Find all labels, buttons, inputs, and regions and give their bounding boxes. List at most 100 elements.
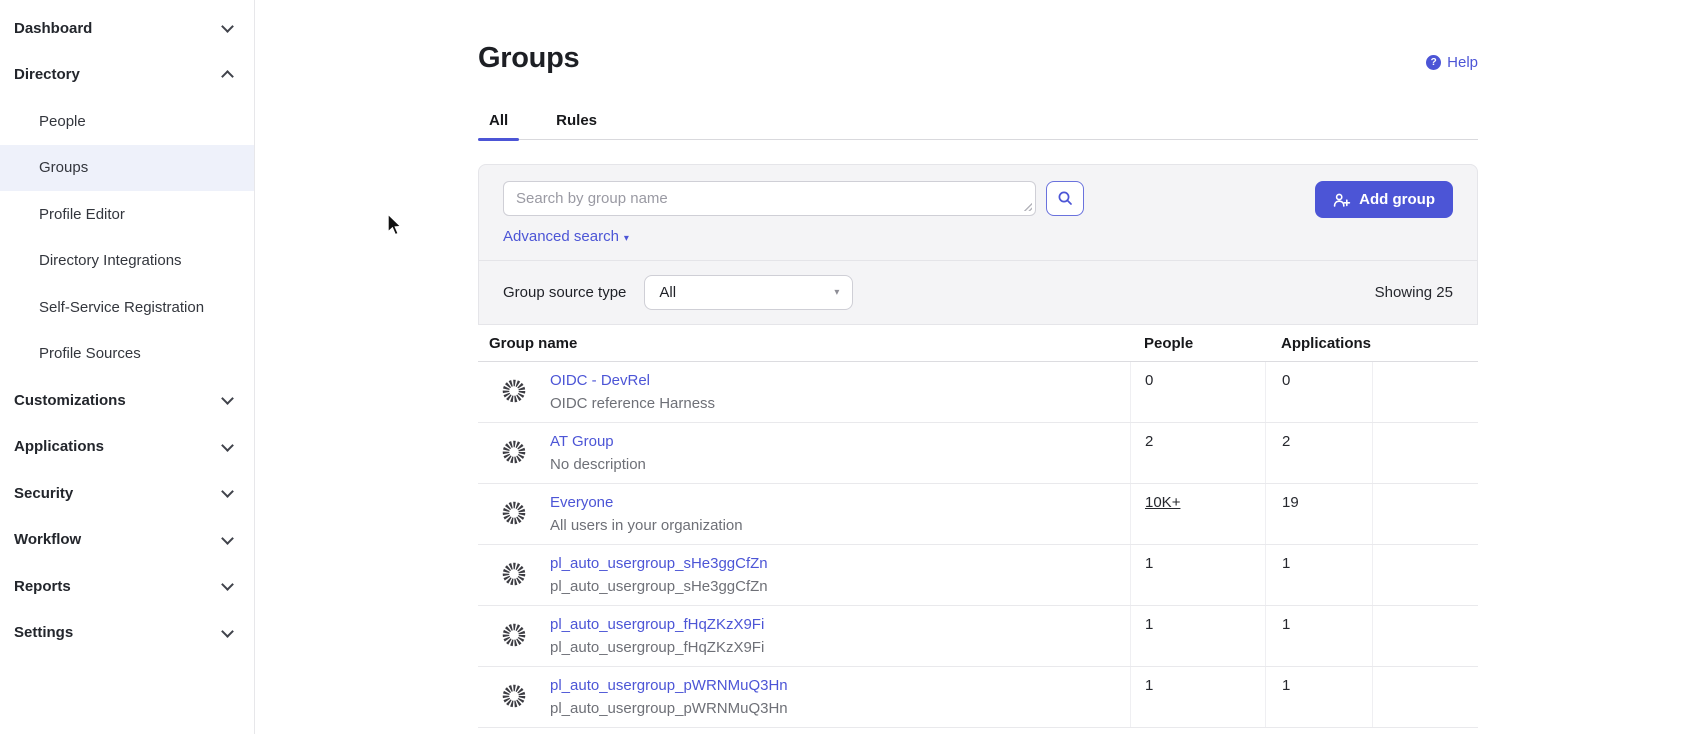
caret-down-icon: ▾ bbox=[834, 287, 839, 298]
sidebar-item-label: Security bbox=[14, 485, 73, 502]
help-icon: ? bbox=[1426, 55, 1441, 70]
sidebar-item-label: Directory bbox=[14, 66, 80, 83]
sidebar-item-reports[interactable]: Reports bbox=[0, 563, 254, 610]
help-link[interactable]: ? Help bbox=[1426, 54, 1478, 71]
tab-all[interactable]: All bbox=[478, 112, 519, 139]
column-header-applications: Applications bbox=[1265, 335, 1372, 352]
table-row: Everyone All users in your organization … bbox=[478, 484, 1478, 545]
group-description: pl_auto_usergroup_pWRNMuQ3Hn bbox=[550, 700, 788, 717]
group-source-type-label: Group source type bbox=[503, 284, 626, 301]
people-count-link[interactable]: 10K+ bbox=[1145, 494, 1180, 511]
applications-count: 1 bbox=[1282, 555, 1290, 572]
search-icon bbox=[1057, 190, 1074, 207]
search-button[interactable] bbox=[1046, 181, 1084, 216]
chevron-down-icon bbox=[221, 392, 234, 405]
column-header-people: People bbox=[1130, 335, 1265, 352]
group-name-link[interactable]: Everyone bbox=[550, 494, 613, 511]
group-icon bbox=[502, 562, 526, 586]
app-root: Dashboard Directory People Groups Profil… bbox=[0, 0, 1687, 734]
sidebar-item-security[interactable]: Security bbox=[0, 470, 254, 517]
sidebar-item-workflow[interactable]: Workflow bbox=[0, 517, 254, 564]
sidebar-item-label: Self-Service Registration bbox=[39, 299, 204, 316]
group-description: OIDC reference Harness bbox=[550, 395, 715, 412]
showing-count: Showing 25 bbox=[1375, 284, 1453, 301]
sidebar-item-label: Workflow bbox=[14, 531, 81, 548]
chevron-down-icon bbox=[221, 532, 234, 545]
help-label: Help bbox=[1447, 54, 1478, 71]
sidebar-item-label: Profile Editor bbox=[39, 206, 125, 223]
sidebar-item-self-service-registration[interactable]: Self-Service Registration bbox=[0, 284, 254, 331]
applications-count: 2 bbox=[1282, 433, 1290, 450]
group-description: pl_auto_usergroup_sHe3ggCfZn bbox=[550, 578, 768, 595]
sidebar: Dashboard Directory People Groups Profil… bbox=[0, 0, 255, 734]
sidebar-item-profile-editor[interactable]: Profile Editor bbox=[0, 191, 254, 238]
applications-count: 19 bbox=[1282, 494, 1299, 511]
sidebar-item-label: Dashboard bbox=[14, 20, 92, 37]
table-header: Group name People Applications bbox=[478, 325, 1478, 362]
group-icon bbox=[502, 623, 526, 647]
group-icon bbox=[502, 684, 526, 708]
group-name-link[interactable]: pl_auto_usergroup_pWRNMuQ3Hn bbox=[550, 677, 788, 694]
group-description: No description bbox=[550, 456, 646, 473]
table-row: OIDC - DevRel OIDC reference Harness 0 0 bbox=[478, 362, 1478, 423]
group-name-link[interactable]: OIDC - DevRel bbox=[550, 372, 650, 389]
add-group-button[interactable]: Add group bbox=[1315, 181, 1453, 218]
selected-option: All bbox=[659, 284, 676, 301]
advanced-search-link[interactable]: Advanced search▾ bbox=[503, 228, 629, 245]
table-row: pl_auto_usergroup_fHqZKzX9Fi pl_auto_use… bbox=[478, 606, 1478, 667]
group-icon bbox=[502, 379, 526, 403]
sidebar-item-groups[interactable]: Groups bbox=[0, 145, 254, 192]
table-row: pl_auto_usergroup_pWRNMuQ3Hn pl_auto_use… bbox=[478, 667, 1478, 728]
chevron-down-icon bbox=[221, 578, 234, 591]
search-filter-panel: Add group Advanced search▾ Group source … bbox=[478, 164, 1478, 325]
sidebar-item-label: Applications bbox=[14, 438, 104, 455]
people-count: 0 bbox=[1145, 372, 1153, 389]
group-icon bbox=[502, 440, 526, 464]
group-description: All users in your organization bbox=[550, 517, 743, 534]
add-group-icon bbox=[1333, 192, 1351, 208]
people-count: 1 bbox=[1145, 677, 1153, 694]
sidebar-item-settings[interactable]: Settings bbox=[0, 610, 254, 657]
chevron-down-icon bbox=[221, 20, 234, 33]
group-source-type-select[interactable]: All ▾ bbox=[644, 275, 853, 310]
table-row: AT Group No description 2 2 bbox=[478, 423, 1478, 484]
sidebar-item-profile-sources[interactable]: Profile Sources bbox=[0, 331, 254, 378]
sidebar-item-directory-integrations[interactable]: Directory Integrations bbox=[0, 238, 254, 285]
group-name-link[interactable]: AT Group bbox=[550, 433, 614, 450]
sidebar-item-label: Customizations bbox=[14, 392, 126, 409]
main-area: Groups ? Help All Rules bbox=[255, 0, 1687, 734]
chevron-down-icon bbox=[221, 439, 234, 452]
page-title: Groups bbox=[478, 42, 1478, 75]
add-group-label: Add group bbox=[1359, 191, 1435, 208]
caret-down-icon: ▾ bbox=[624, 233, 629, 244]
sidebar-item-label: People bbox=[39, 113, 86, 130]
sidebar-item-label: Groups bbox=[39, 159, 88, 176]
group-icon bbox=[502, 501, 526, 525]
chevron-down-icon bbox=[221, 485, 234, 498]
people-count: 2 bbox=[1145, 433, 1153, 450]
sidebar-item-dashboard[interactable]: Dashboard bbox=[0, 5, 254, 52]
sidebar-item-people[interactable]: People bbox=[0, 98, 254, 145]
sidebar-item-directory[interactable]: Directory bbox=[0, 52, 254, 99]
group-name-link[interactable]: pl_auto_usergroup_fHqZKzX9Fi bbox=[550, 616, 764, 633]
groups-table: Group name People Applications OIDC - De… bbox=[478, 325, 1478, 728]
sidebar-item-applications[interactable]: Applications bbox=[0, 424, 254, 471]
applications-count: 1 bbox=[1282, 616, 1290, 633]
applications-count: 0 bbox=[1282, 372, 1290, 389]
chevron-up-icon bbox=[221, 70, 234, 83]
column-header-group-name: Group name bbox=[478, 335, 1130, 352]
sidebar-item-label: Settings bbox=[14, 624, 73, 641]
tab-bar: All Rules bbox=[478, 112, 1478, 140]
chevron-down-icon bbox=[221, 625, 234, 638]
people-count: 1 bbox=[1145, 555, 1153, 572]
group-name-link[interactable]: pl_auto_usergroup_sHe3ggCfZn bbox=[550, 555, 768, 572]
applications-count: 1 bbox=[1282, 677, 1290, 694]
people-count: 1 bbox=[1145, 616, 1153, 633]
group-description: pl_auto_usergroup_fHqZKzX9Fi bbox=[550, 639, 764, 656]
sidebar-item-label: Directory Integrations bbox=[39, 252, 182, 269]
search-input[interactable] bbox=[503, 181, 1036, 216]
sidebar-item-label: Reports bbox=[14, 578, 71, 595]
tab-rules[interactable]: Rules bbox=[545, 112, 608, 139]
sidebar-item-customizations[interactable]: Customizations bbox=[0, 377, 254, 424]
sidebar-item-label: Profile Sources bbox=[39, 345, 141, 362]
